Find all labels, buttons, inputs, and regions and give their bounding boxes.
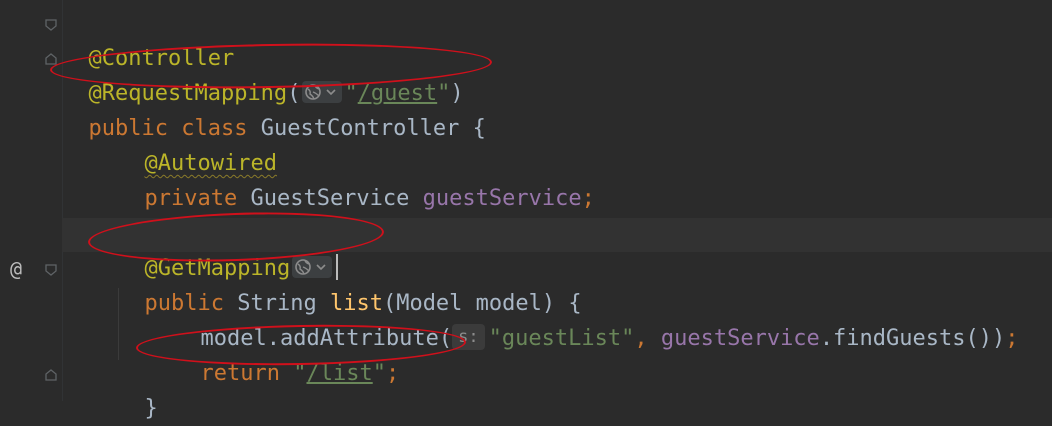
fold-arrow-icon[interactable] — [44, 263, 58, 277]
fold-arrow-icon[interactable] — [44, 368, 58, 382]
semicolon: ; — [581, 186, 595, 211]
comma: , — [634, 326, 648, 351]
semicolon: ; — [385, 361, 400, 386]
code-line-11[interactable]: } — [118, 358, 158, 421]
keyword-private: private — [144, 186, 238, 211]
code-line-5[interactable]: private GuestService guestService; — [118, 148, 595, 211]
brace-close: } — [144, 396, 158, 421]
implementation-marker[interactable]: @ — [10, 257, 32, 281]
fold-arrow-icon[interactable] — [44, 18, 58, 32]
quote: " — [372, 361, 386, 386]
method-call: .findGuests()) — [819, 326, 1006, 351]
field-name: guestService — [660, 326, 820, 351]
list-path-link[interactable]: /list — [306, 361, 372, 386]
code-line-4[interactable]: @Autowired — [118, 113, 277, 176]
type-name: GuestService — [250, 186, 410, 211]
class-name: GuestController — [260, 116, 460, 141]
code-line-9[interactable]: model.addAttribute(s: "guestList", guestS… — [174, 288, 1019, 351]
field-name: guestService — [422, 186, 582, 211]
code-line-1[interactable]: @Controller — [62, 8, 235, 71]
brace-open: { — [472, 116, 486, 141]
string-arg: "guestList" — [488, 326, 635, 351]
semicolon: ; — [1005, 326, 1019, 351]
